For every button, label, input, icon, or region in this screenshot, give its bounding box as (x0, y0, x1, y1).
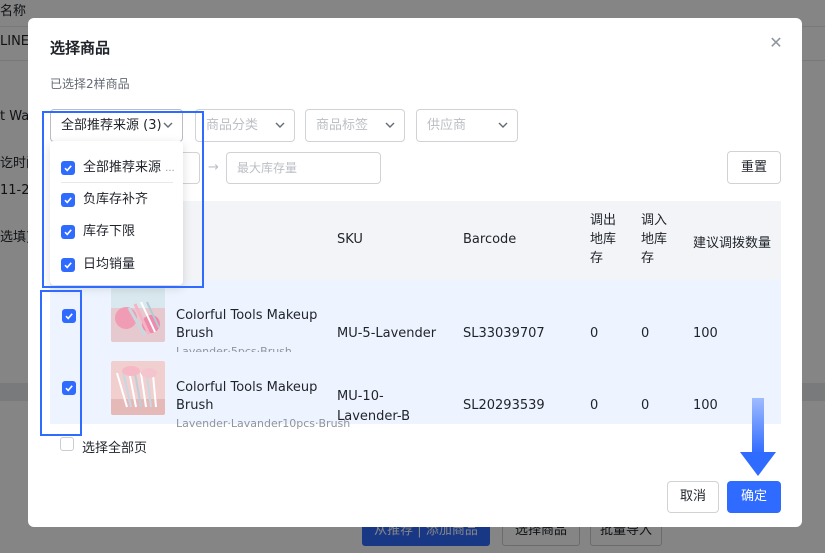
in-stock-cell: 0 (641, 326, 650, 341)
product-name: Colorful Tools Makeup Brush (176, 379, 326, 415)
supplier-filter-placeholder: 供应商 (427, 118, 467, 133)
header-text: 存 (590, 251, 604, 266)
select-all-pages-checkbox[interactable] (60, 437, 74, 451)
header-suggest-qty: 建议调拨数量 (693, 236, 772, 251)
barcode-cell: SL20293539 (463, 398, 545, 413)
chevron-down-icon (384, 110, 396, 141)
out-stock-cell: 0 (590, 398, 599, 413)
header-text: 存 (641, 251, 655, 266)
header-in-stock: 调入 地库 存 (641, 211, 667, 268)
chevron-down-icon (497, 110, 509, 141)
range-arrow-icon: → (208, 160, 219, 175)
product-thumbnail (111, 361, 165, 415)
header-text: 地库 (641, 232, 668, 247)
tag-filter-select[interactable]: 商品标签 (305, 109, 405, 142)
highlight-box-dropdown (42, 111, 204, 288)
header-sku: SKU (337, 232, 363, 247)
select-all-pages-label: 选择全部页 (82, 441, 148, 456)
out-stock-cell: 0 (590, 326, 599, 341)
arrow-down-icon (740, 398, 776, 476)
selected-count-text: 已选择2样商品 (50, 77, 130, 91)
confirm-button[interactable]: 确定 (727, 481, 781, 513)
product-name: Colorful Tools Makeup Brush (176, 307, 326, 343)
product-thumbnail (111, 288, 165, 342)
suggest-qty-cell: 100 (693, 398, 718, 413)
barcode-cell: SL33039707 (463, 326, 545, 341)
reset-button[interactable]: 重置 (727, 151, 781, 184)
category-filter-select[interactable]: 商品分类 (195, 109, 295, 142)
tag-filter-placeholder: 商品标签 (316, 118, 369, 133)
modal-title: 选择商品 (50, 39, 111, 57)
product-name-line: Brush (176, 398, 214, 413)
table-row[interactable]: Colorful Tools Makeup Brush Lavender·5pc… (50, 280, 781, 358)
sku-line: Lavender-B (337, 409, 411, 424)
close-icon[interactable]: ✕ (767, 34, 785, 52)
product-variant: Lavender·Lavander10pcs·Brush (176, 417, 351, 430)
header-text: 地库 (590, 232, 617, 247)
sku-line: MU-10- (337, 389, 384, 404)
product-name-line: Colorful Tools Makeup (176, 380, 318, 395)
cancel-button[interactable]: 取消 (667, 481, 719, 513)
table-row[interactable]: Colorful Tools Makeup Brush Lavender·Lav… (50, 352, 781, 430)
header-out-stock: 调出 地库 存 (590, 211, 616, 268)
header-text: 调入 (641, 213, 668, 228)
chevron-down-icon (274, 110, 286, 141)
header-barcode: Barcode (463, 232, 517, 247)
sku-cell: MU-10- Lavender-B (337, 387, 410, 427)
highlight-box-checkboxes (40, 290, 82, 436)
max-stock-input[interactable]: 最大库存量 (226, 152, 381, 184)
supplier-filter-select[interactable]: 供应商 (416, 109, 518, 142)
in-stock-cell: 0 (641, 398, 650, 413)
product-name-line: Brush (176, 326, 214, 341)
sku-cell: MU-5-Lavender (337, 326, 437, 341)
suggest-qty-cell: 100 (693, 326, 718, 341)
category-filter-placeholder: 商品分类 (206, 118, 259, 133)
product-name-line: Colorful Tools Makeup (176, 308, 318, 323)
header-text: 调出 (590, 213, 617, 228)
